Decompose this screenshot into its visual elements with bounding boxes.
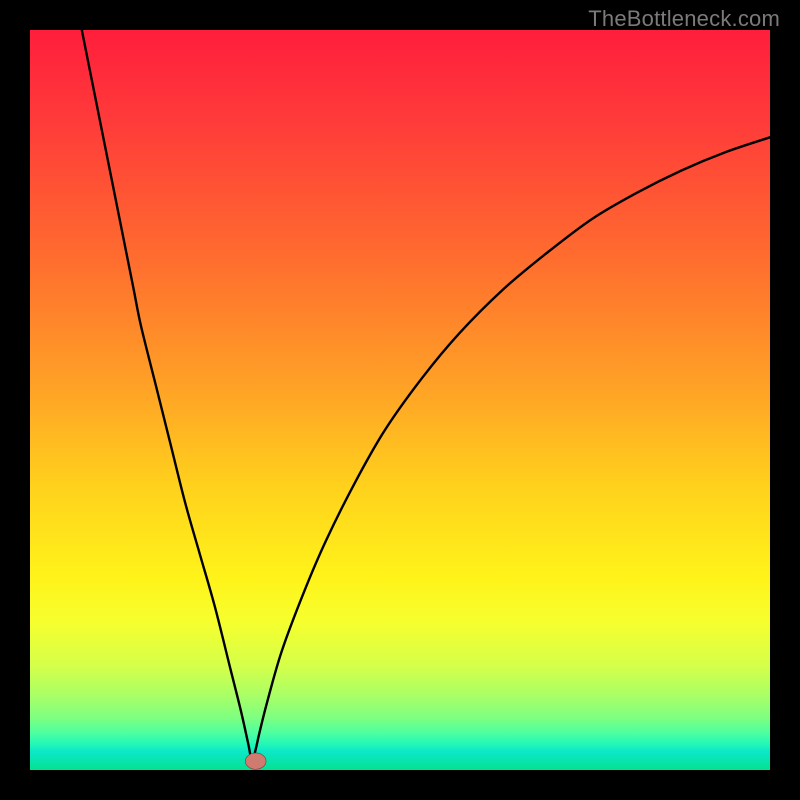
chart-svg: [30, 30, 770, 770]
watermark-text: TheBottleneck.com: [588, 6, 780, 32]
minimum-marker: [245, 753, 266, 769]
gradient-background: [30, 30, 770, 770]
chart-frame: TheBottleneck.com: [0, 0, 800, 800]
plot-area: [30, 30, 770, 770]
